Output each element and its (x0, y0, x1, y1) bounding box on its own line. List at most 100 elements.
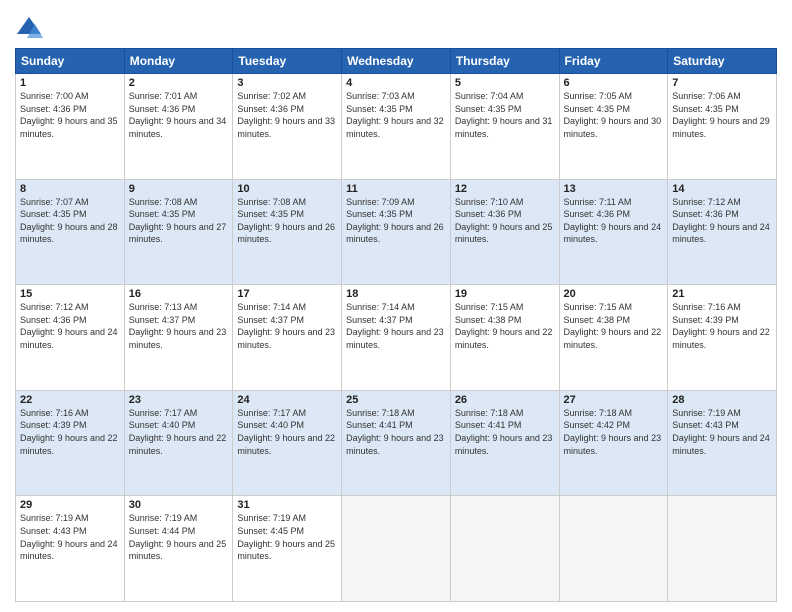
day-number: 7 (672, 77, 772, 89)
day-number: 13 (564, 183, 664, 195)
calendar-cell: 14Sunrise: 7:12 AMSunset: 4:36 PMDayligh… (668, 179, 777, 285)
cell-content: Sunrise: 7:11 AMSunset: 4:36 PMDaylight:… (564, 197, 662, 245)
calendar-cell (559, 496, 668, 602)
calendar-week-5: 29Sunrise: 7:19 AMSunset: 4:43 PMDayligh… (16, 496, 777, 602)
day-number: 19 (455, 288, 555, 300)
day-number: 30 (129, 499, 229, 511)
calendar-cell: 7 Sunrise: 7:06 AMSunset: 4:35 PMDaylight… (668, 74, 777, 180)
cell-content: Sunrise: 7:13 AMSunset: 4:37 PMDaylight:… (129, 302, 227, 350)
calendar-cell: 18 Sunrise: 7:14 AMSunset: 4:37 PMDayligh… (342, 285, 451, 391)
day-number: 27 (564, 394, 664, 406)
logo-icon (15, 14, 43, 42)
cell-content: Sunrise: 7:06 AMSunset: 4:35 PMDaylight:… (672, 91, 770, 139)
calendar-cell: 29Sunrise: 7:19 AMSunset: 4:43 PMDayligh… (16, 496, 125, 602)
cell-content: Sunrise: 7:16 AMSunset: 4:39 PMDaylight:… (20, 408, 118, 456)
day-number: 21 (672, 288, 772, 300)
day-number: 10 (237, 183, 337, 195)
calendar-cell: 28 Sunrise: 7:19 AMSunset: 4:43 PMDayligh… (668, 390, 777, 496)
calendar-table: SundayMondayTuesdayWednesdayThursdayFrid… (15, 48, 777, 602)
cell-content: Sunrise: 7:16 AMSunset: 4:39 PMDaylight:… (672, 302, 770, 350)
calendar-cell: 2Sunrise: 7:01 AMSunset: 4:36 PMDaylight… (124, 74, 233, 180)
cell-content: Sunrise: 7:10 AMSunset: 4:36 PMDaylight:… (455, 197, 553, 245)
calendar-week-1: 1 Sunrise: 7:00 AMSunset: 4:36 PMDaylight… (16, 74, 777, 180)
page: SundayMondayTuesdayWednesdayThursdayFrid… (0, 0, 792, 612)
header (15, 10, 777, 42)
calendar-cell: 23 Sunrise: 7:17 AMSunset: 4:40 PMDayligh… (124, 390, 233, 496)
cell-content: Sunrise: 7:03 AMSunset: 4:35 PMDaylight:… (346, 91, 444, 139)
calendar-cell (668, 496, 777, 602)
day-number: 6 (564, 77, 664, 89)
day-number: 16 (129, 288, 229, 300)
day-number: 8 (20, 183, 120, 195)
calendar-cell: 6 Sunrise: 7:05 AMSunset: 4:35 PMDaylight… (559, 74, 668, 180)
day-header-saturday: Saturday (668, 49, 777, 74)
cell-content: Sunrise: 7:08 AMSunset: 4:35 PMDaylight:… (237, 197, 335, 245)
cell-content: Sunrise: 7:02 AMSunset: 4:36 PMDaylight:… (237, 91, 335, 139)
calendar-cell: 21 Sunrise: 7:16 AMSunset: 4:39 PMDayligh… (668, 285, 777, 391)
day-header-tuesday: Tuesday (233, 49, 342, 74)
calendar-header-row: SundayMondayTuesdayWednesdayThursdayFrid… (16, 49, 777, 74)
calendar-cell: 11 Sunrise: 7:09 AMSunset: 4:35 PMDayligh… (342, 179, 451, 285)
day-number: 5 (455, 77, 555, 89)
calendar-cell: 27 Sunrise: 7:18 AMSunset: 4:42 PMDayligh… (559, 390, 668, 496)
day-number: 11 (346, 183, 446, 195)
calendar-cell: 1 Sunrise: 7:00 AMSunset: 4:36 PMDaylight… (16, 74, 125, 180)
day-number: 28 (672, 394, 772, 406)
calendar-cell: 17Sunrise: 7:14 AMSunset: 4:37 PMDayligh… (233, 285, 342, 391)
day-number: 26 (455, 394, 555, 406)
cell-content: Sunrise: 7:18 AMSunset: 4:42 PMDaylight:… (564, 408, 662, 456)
cell-content: Sunrise: 7:01 AMSunset: 4:36 PMDaylight:… (129, 91, 227, 139)
day-number: 3 (237, 77, 337, 89)
day-number: 22 (20, 394, 120, 406)
day-number: 12 (455, 183, 555, 195)
cell-content: Sunrise: 7:15 AMSunset: 4:38 PMDaylight:… (455, 302, 553, 350)
day-number: 31 (237, 499, 337, 511)
calendar-cell: 24Sunrise: 7:17 AMSunset: 4:40 PMDayligh… (233, 390, 342, 496)
day-header-friday: Friday (559, 49, 668, 74)
day-number: 17 (237, 288, 337, 300)
calendar-cell (450, 496, 559, 602)
cell-content: Sunrise: 7:14 AMSunset: 4:37 PMDaylight:… (346, 302, 444, 350)
calendar-cell: 5 Sunrise: 7:04 AMSunset: 4:35 PMDaylight… (450, 74, 559, 180)
day-header-thursday: Thursday (450, 49, 559, 74)
cell-content: Sunrise: 7:18 AMSunset: 4:41 PMDaylight:… (455, 408, 553, 456)
day-header-monday: Monday (124, 49, 233, 74)
day-number: 29 (20, 499, 120, 511)
cell-content: Sunrise: 7:19 AMSunset: 4:43 PMDaylight:… (672, 408, 770, 456)
calendar-cell: 26 Sunrise: 7:18 AMSunset: 4:41 PMDayligh… (450, 390, 559, 496)
cell-content: Sunrise: 7:09 AMSunset: 4:35 PMDaylight:… (346, 197, 444, 245)
calendar-cell: 3 Sunrise: 7:02 AMSunset: 4:36 PMDaylight… (233, 74, 342, 180)
calendar-week-2: 8Sunrise: 7:07 AMSunset: 4:35 PMDaylight… (16, 179, 777, 285)
calendar-cell: 20Sunrise: 7:15 AMSunset: 4:38 PMDayligh… (559, 285, 668, 391)
day-number: 25 (346, 394, 446, 406)
day-number: 14 (672, 183, 772, 195)
calendar-cell: 8Sunrise: 7:07 AMSunset: 4:35 PMDaylight… (16, 179, 125, 285)
calendar-cell (342, 496, 451, 602)
day-number: 18 (346, 288, 446, 300)
day-header-wednesday: Wednesday (342, 49, 451, 74)
day-number: 4 (346, 77, 446, 89)
calendar-cell: 16 Sunrise: 7:13 AMSunset: 4:37 PMDayligh… (124, 285, 233, 391)
cell-content: Sunrise: 7:19 AMSunset: 4:45 PMDaylight:… (237, 513, 335, 561)
cell-content: Sunrise: 7:04 AMSunset: 4:35 PMDaylight:… (455, 91, 553, 139)
calendar-cell: 30 Sunrise: 7:19 AMSunset: 4:44 PMDayligh… (124, 496, 233, 602)
calendar-cell: 4 Sunrise: 7:03 AMSunset: 4:35 PMDaylight… (342, 74, 451, 180)
day-number: 9 (129, 183, 229, 195)
calendar-cell: 19 Sunrise: 7:15 AMSunset: 4:38 PMDayligh… (450, 285, 559, 391)
cell-content: Sunrise: 7:12 AMSunset: 4:36 PMDaylight:… (20, 302, 118, 350)
logo (15, 14, 47, 42)
calendar-cell: 10 Sunrise: 7:08 AMSunset: 4:35 PMDayligh… (233, 179, 342, 285)
cell-content: Sunrise: 7:15 AMSunset: 4:38 PMDaylight:… (564, 302, 662, 350)
cell-content: Sunrise: 7:19 AMSunset: 4:44 PMDaylight:… (129, 513, 227, 561)
day-header-sunday: Sunday (16, 49, 125, 74)
day-number: 23 (129, 394, 229, 406)
cell-content: Sunrise: 7:00 AMSunset: 4:36 PMDaylight:… (20, 91, 118, 139)
cell-content: Sunrise: 7:17 AMSunset: 4:40 PMDaylight:… (237, 408, 335, 456)
day-number: 1 (20, 77, 120, 89)
cell-content: Sunrise: 7:17 AMSunset: 4:40 PMDaylight:… (129, 408, 227, 456)
calendar-week-4: 22 Sunrise: 7:16 AMSunset: 4:39 PMDayligh… (16, 390, 777, 496)
calendar-cell: 15Sunrise: 7:12 AMSunset: 4:36 PMDayligh… (16, 285, 125, 391)
calendar-week-3: 15Sunrise: 7:12 AMSunset: 4:36 PMDayligh… (16, 285, 777, 391)
calendar-cell: 25Sunrise: 7:18 AMSunset: 4:41 PMDayligh… (342, 390, 451, 496)
cell-content: Sunrise: 7:05 AMSunset: 4:35 PMDaylight:… (564, 91, 662, 139)
